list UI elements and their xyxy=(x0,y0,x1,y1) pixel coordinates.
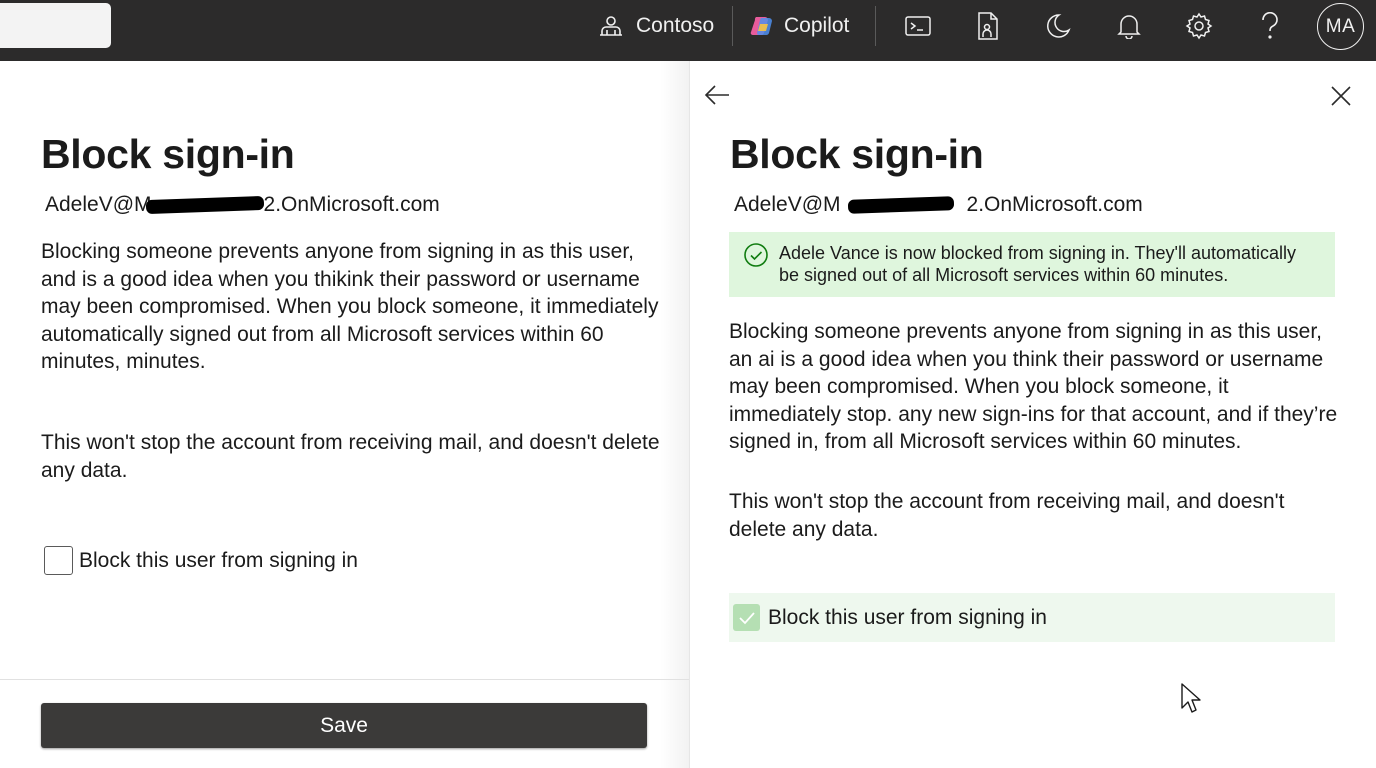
gear-icon xyxy=(1185,12,1213,40)
back-arrow-icon xyxy=(704,85,729,105)
help-button[interactable] xyxy=(1252,8,1288,44)
description-paragraph: Blocking someone prevents anyone from si… xyxy=(729,320,1338,454)
separator xyxy=(875,6,876,46)
footer-divider xyxy=(0,679,689,680)
checkmark-circle-icon xyxy=(744,243,768,267)
copilot-icon xyxy=(750,14,775,39)
success-message-bar: Adele Vance is now blocked from signing … xyxy=(729,232,1335,297)
checkbox-label: Block this user from signing in xyxy=(768,605,1047,629)
email-prefix: AdeleV@M xyxy=(734,193,841,216)
organization-icon xyxy=(598,13,624,39)
copilot-label: Copilot xyxy=(784,14,850,37)
copilot-button[interactable]: Copilot xyxy=(750,0,849,52)
terminal-button[interactable] xyxy=(900,8,936,44)
mail-note-paragraph: This won't stop the account from receivi… xyxy=(41,431,660,482)
panel-shadow xyxy=(660,61,689,768)
block-user-checkbox[interactable] xyxy=(44,546,73,575)
bell-icon xyxy=(1117,15,1141,39)
theme-toggle-button[interactable] xyxy=(1040,8,1076,44)
mail-note-paragraph: This won't stop the account from receivi… xyxy=(729,490,1285,541)
close-button[interactable] xyxy=(1325,80,1357,112)
settings-button[interactable] xyxy=(1181,8,1217,44)
avatar-initials: MA xyxy=(1325,15,1356,37)
close-icon xyxy=(1331,86,1351,106)
help-icon xyxy=(1262,12,1278,39)
page-title: Block sign-in xyxy=(41,131,295,177)
email-suffix: 2.OnMicrosoft.com xyxy=(966,193,1143,216)
org-label: Contoso xyxy=(636,14,715,37)
top-navigation-bar: Contoso Copilot MA xyxy=(0,0,1376,61)
checkmark-icon xyxy=(738,611,755,624)
mouse-pointer-icon xyxy=(1180,682,1202,719)
block-user-checkbox-row[interactable]: Block this user from signing in xyxy=(44,546,358,575)
avatar[interactable]: MA xyxy=(1317,3,1364,50)
org-switcher[interactable]: Contoso xyxy=(598,0,714,52)
email-suffix: 2.OnMicrosoft.com xyxy=(263,193,440,216)
block-user-checkbox-checked[interactable] xyxy=(733,604,760,631)
checkbox-label: Block this user from signing in xyxy=(79,548,358,572)
document-icon xyxy=(978,12,998,40)
terminal-icon xyxy=(905,16,931,36)
save-button-label: Save xyxy=(320,713,368,737)
block-user-checkbox-row[interactable]: Block this user from signing in xyxy=(729,593,1335,642)
notifications-button[interactable] xyxy=(1111,8,1147,44)
back-button[interactable] xyxy=(701,79,733,111)
document-button[interactable] xyxy=(970,8,1006,44)
success-message-text: Adele Vance is now blocked from signing … xyxy=(779,243,1297,285)
search-box[interactable] xyxy=(0,3,111,48)
separator xyxy=(732,6,733,46)
description-paragraph: Blocking someone prevents anyone from si… xyxy=(41,240,659,374)
moon-icon xyxy=(1047,14,1071,38)
email-prefix: AdeleV@M xyxy=(45,193,152,216)
panel-title: Block sign-in xyxy=(730,131,984,177)
save-button[interactable]: Save xyxy=(41,703,647,748)
